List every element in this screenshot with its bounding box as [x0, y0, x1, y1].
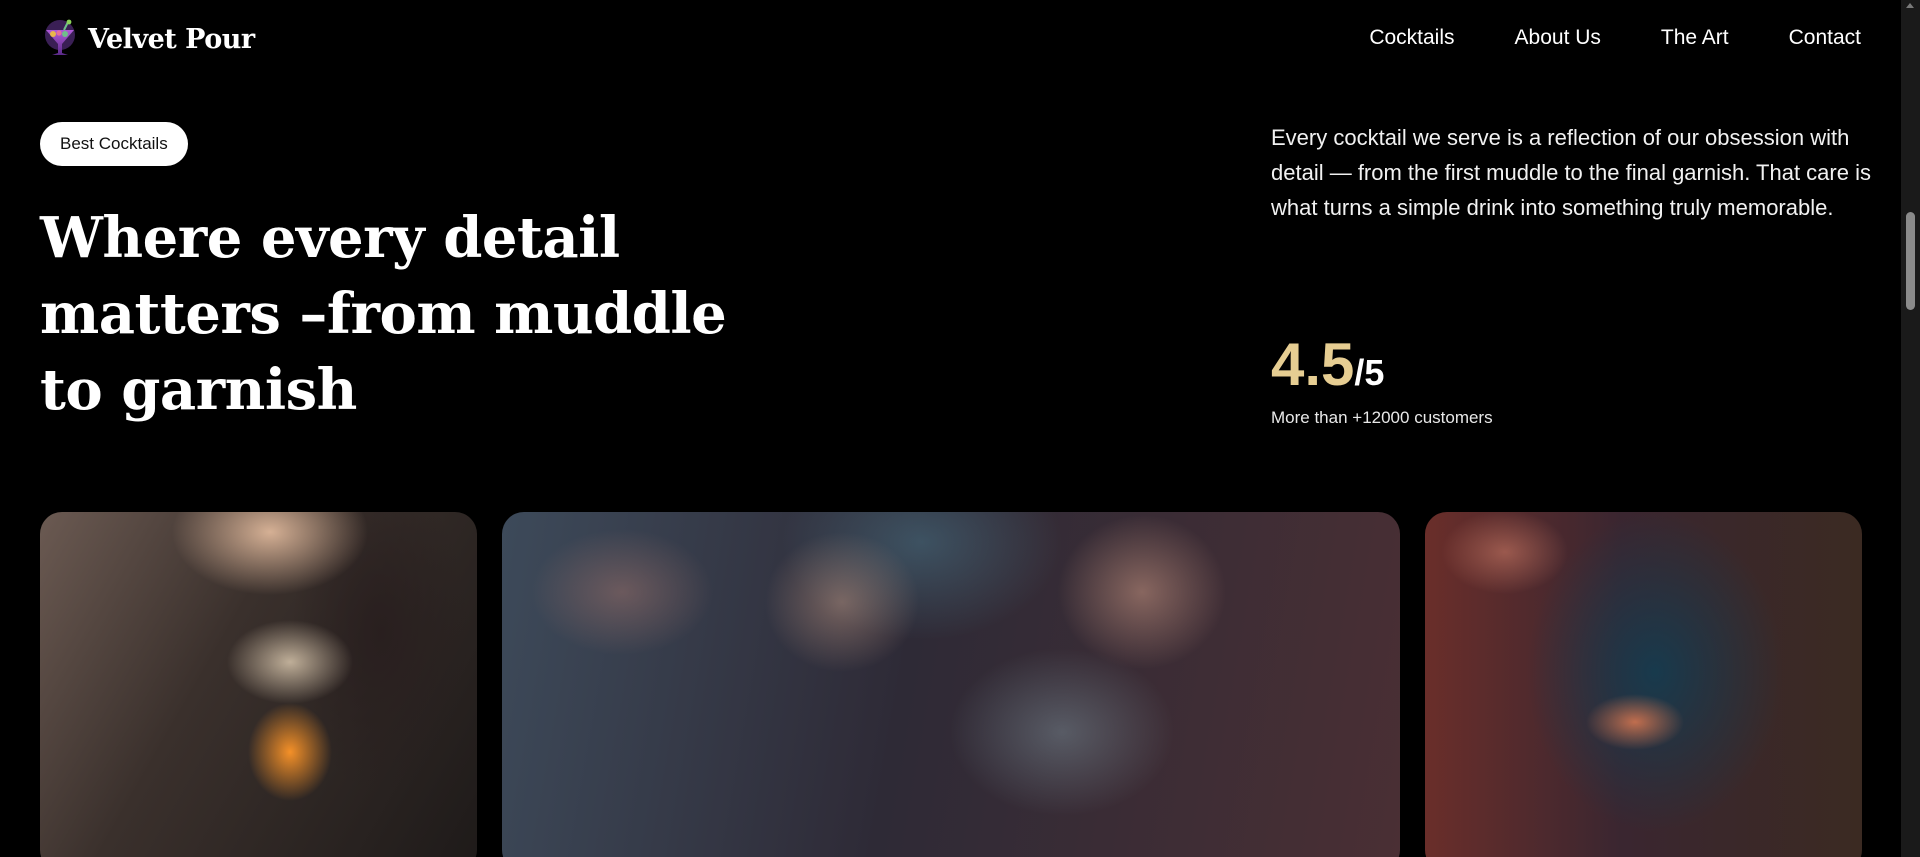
site-header: Velvet Pour Cocktails About Us The Art C… — [0, 0, 1901, 80]
nav-link-about-us[interactable]: About Us — [1515, 26, 1601, 50]
page-scrollbar[interactable] — [1901, 0, 1920, 857]
best-cocktails-tag[interactable]: Best Cocktails — [40, 122, 188, 166]
nav-link-contact[interactable]: Contact — [1789, 26, 1861, 50]
headline-line-3: to garnish — [40, 357, 357, 423]
gallery-image-bartender-pouring — [1425, 512, 1862, 857]
nav-link-the-art[interactable]: The Art — [1661, 26, 1729, 50]
scroll-up-arrow-icon[interactable] — [1906, 3, 1914, 8]
headline-line-1: Where every detail — [40, 205, 620, 271]
scroll-thumb[interactable] — [1906, 212, 1915, 310]
nav-link-cocktails[interactable]: Cocktails — [1369, 26, 1454, 50]
hero-intro-text: Every cocktail we serve is a reflection … — [1271, 125, 1871, 220]
gallery-image-bartender-garnishing — [40, 512, 477, 857]
rating-caption: More than +12000 customers — [1271, 408, 1493, 427]
brand-logo[interactable]: Velvet Pour — [40, 18, 255, 60]
gallery-image-friends-toasting — [502, 512, 1400, 857]
rating-max: /5 — [1354, 352, 1385, 393]
main-nav: Cocktails About Us The Art Contact — [1369, 26, 1861, 50]
page: Velvet Pour Cocktails About Us The Art C… — [0, 0, 1920, 857]
hero-headline: Where every detail matters –from muddle … — [40, 200, 740, 428]
brand-name: Velvet Pour — [88, 23, 255, 55]
headline-line-2: matters –from muddle — [40, 281, 727, 347]
rating-score: 4.5 /5 — [1271, 330, 1384, 400]
cocktail-glass-icon — [45, 19, 75, 55]
rating-value: 4.5 — [1271, 331, 1355, 398]
